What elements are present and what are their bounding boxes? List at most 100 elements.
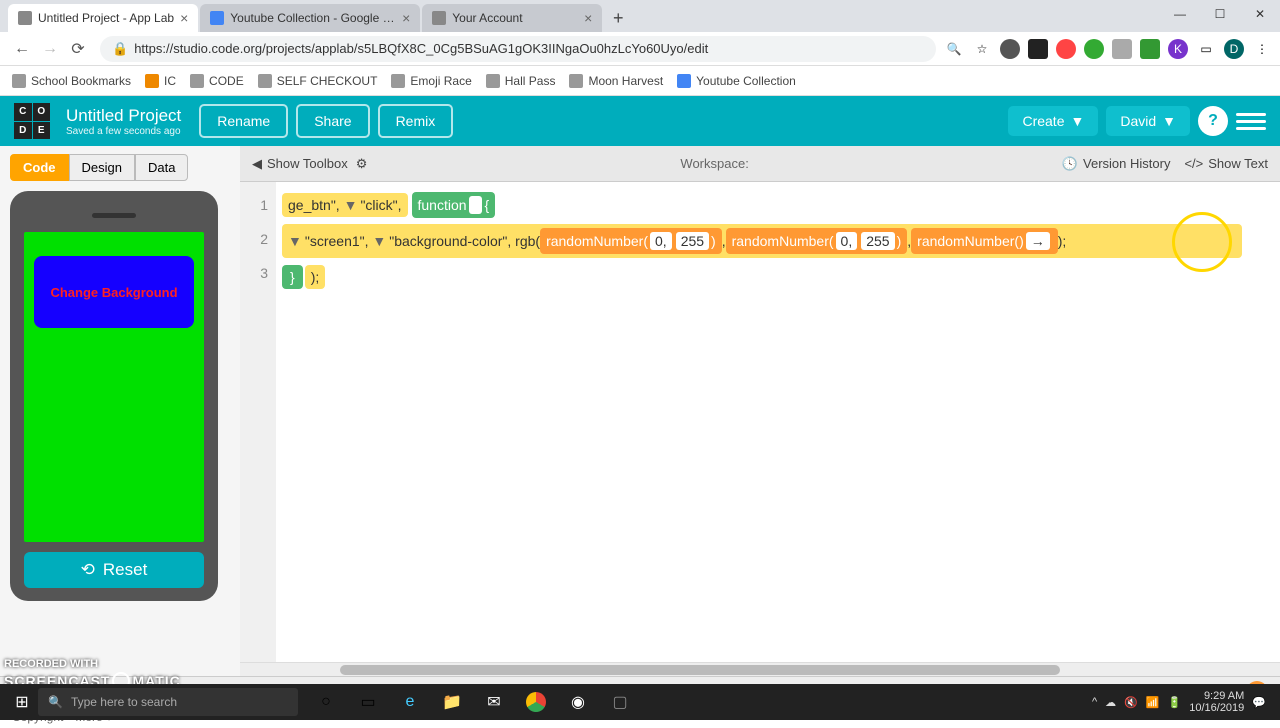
minimize-button[interactable]: — — [1160, 0, 1200, 28]
bookmarks-bar: School Bookmarks IC CODE SELF CHECKOUT E… — [0, 66, 1280, 96]
new-tab-button[interactable]: + — [604, 4, 632, 32]
bookmark[interactable]: Emoji Race — [391, 74, 471, 88]
close-window-button[interactable]: ✕ — [1240, 0, 1280, 28]
ext-icon[interactable] — [1112, 39, 1132, 59]
code-token: ge_btn", — [288, 197, 340, 213]
bookmark[interactable]: School Bookmarks — [12, 74, 131, 88]
tab-data[interactable]: Data — [135, 154, 188, 181]
close-icon[interactable]: × — [402, 10, 410, 26]
ext-icon[interactable] — [1140, 39, 1160, 59]
code-editor[interactable]: 1 2 3 ge_btn", ▼ "click", function { — [240, 182, 1280, 662]
tray-up-icon[interactable]: ^ — [1092, 696, 1097, 708]
cast-icon[interactable]: ▭ — [1196, 39, 1216, 59]
taskview-icon[interactable]: ▭ — [350, 687, 386, 717]
forward-button[interactable]: → — [36, 35, 64, 63]
app-screen[interactable]: Change Background — [24, 232, 204, 542]
reset-button[interactable]: ⟲ Reset — [24, 552, 204, 588]
chrome-icon[interactable] — [518, 687, 554, 717]
dropdown-arrow-icon[interactable]: ▼ — [372, 233, 386, 249]
reload-button[interactable]: ⟳ — [64, 35, 92, 63]
code-line-3[interactable]: } ); — [282, 260, 1274, 294]
setproperty-block[interactable]: ▼ "screen1", ▼ "background-color", rgb( … — [282, 224, 1242, 258]
bookmark-icon — [258, 74, 272, 88]
user-dropdown[interactable]: David▼ — [1106, 106, 1190, 136]
star-icon[interactable]: ☆ — [972, 39, 992, 59]
remix-button[interactable]: Remix — [378, 104, 454, 138]
mail-icon[interactable]: ✉ — [476, 687, 512, 717]
dropdown-arrow-icon[interactable]: ▼ — [344, 197, 358, 213]
line-number: 1 — [244, 188, 268, 222]
horizontal-scrollbar[interactable] — [240, 662, 1280, 676]
ext-icon[interactable] — [1056, 39, 1076, 59]
edge-icon[interactable]: e — [392, 687, 428, 717]
ext-icon[interactable] — [1000, 39, 1020, 59]
random-number-block[interactable]: randomNumber( 0, 255 ) — [726, 228, 908, 254]
maximize-button[interactable]: ☐ — [1200, 0, 1240, 28]
browser-tab[interactable]: Your Account × — [422, 4, 602, 32]
ext-icon[interactable]: K — [1168, 39, 1188, 59]
tab-design[interactable]: Design — [69, 154, 135, 181]
browser-tab[interactable]: Youtube Collection - Google Do × — [200, 4, 420, 32]
help-button[interactable]: ? — [1198, 106, 1228, 136]
close-icon[interactable]: × — [180, 10, 188, 26]
gear-icon[interactable]: ⚙ — [356, 156, 368, 172]
event-block[interactable]: ge_btn", ▼ "click", — [282, 193, 408, 217]
code-line-1[interactable]: ge_btn", ▼ "click", function { — [282, 188, 1274, 222]
close-brace-block[interactable]: } — [282, 265, 303, 289]
code-org-logo[interactable]: C O D E — [14, 103, 50, 139]
random-number-block[interactable]: randomNumber( 0, 255 ) — [540, 228, 722, 254]
wifi-icon[interactable]: 📶 — [1146, 696, 1160, 709]
browser-tab-active[interactable]: Untitled Project - App Lab × — [8, 4, 198, 32]
start-button[interactable]: ⊞ — [6, 686, 38, 718]
arg-pill[interactable]: 0, — [836, 232, 858, 250]
close-block[interactable]: ); — [305, 265, 326, 289]
url-input[interactable]: 🔒 https://studio.code.org/projects/appla… — [100, 36, 936, 62]
tray-icon[interactable]: 🔇 — [1124, 696, 1138, 709]
back-button[interactable]: ← — [8, 35, 36, 63]
random-number-block[interactable]: randomNumber() → — [911, 228, 1058, 254]
code-line-2[interactable]: ▼ "screen1", ▼ "background-color", rgb( … — [282, 224, 1274, 258]
code-token: "screen1", — [305, 233, 369, 249]
scrollbar-thumb[interactable] — [340, 665, 1060, 675]
clock[interactable]: 9:29 AM 10/16/2019 — [1189, 690, 1244, 714]
menu-icon[interactable]: ⋮ — [1252, 39, 1272, 59]
phone-preview: Change Background ⟲ Reset — [10, 191, 218, 601]
app-icon[interactable]: ▢ — [602, 687, 638, 717]
function-block[interactable]: function { — [412, 192, 496, 218]
app-icon[interactable]: ◉ — [560, 687, 596, 717]
profile-icon[interactable]: D — [1224, 39, 1244, 59]
bookmark[interactable]: Youtube Collection — [677, 74, 796, 88]
code-token: ); — [1058, 233, 1067, 249]
cortana-icon[interactable]: ○ — [308, 687, 344, 717]
show-text-button[interactable]: </>Show Text — [1184, 156, 1268, 172]
ext-icon[interactable] — [1084, 39, 1104, 59]
rename-button[interactable]: Rename — [199, 104, 288, 138]
notifications-icon[interactable]: 💬 — [1252, 696, 1266, 709]
close-icon[interactable]: × — [584, 10, 592, 26]
arg-pill[interactable]: → — [1026, 232, 1050, 250]
arg-pill[interactable]: 0, — [650, 232, 672, 250]
version-history-button[interactable]: 🕓Version History — [1062, 156, 1171, 172]
tray-icon[interactable]: ☁ — [1105, 696, 1116, 709]
create-dropdown[interactable]: Create▼ — [1008, 106, 1098, 136]
share-button[interactable]: Share — [296, 104, 369, 138]
bookmark-icon — [486, 74, 500, 88]
bookmark[interactable]: IC — [145, 74, 176, 88]
arg-pill[interactable]: 255 — [676, 232, 709, 250]
arg-pill[interactable]: 255 — [861, 232, 894, 250]
battery-icon[interactable]: 🔋 — [1168, 696, 1182, 709]
bookmark[interactable]: SELF CHECKOUT — [258, 74, 378, 88]
bookmark[interactable]: Moon Harvest — [569, 74, 663, 88]
explorer-icon[interactable]: 📁 — [434, 687, 470, 717]
bookmark[interactable]: CODE — [190, 74, 244, 88]
change-background-button[interactable]: Change Background — [34, 256, 194, 328]
zoom-icon[interactable]: 🔍 — [944, 39, 964, 59]
param-pill[interactable] — [469, 196, 483, 214]
show-toolbox-button[interactable]: ◀Show Toolbox — [252, 156, 348, 172]
hamburger-menu-icon[interactable] — [1236, 106, 1266, 136]
ext-icon[interactable] — [1028, 39, 1048, 59]
bookmark[interactable]: Hall Pass — [486, 74, 556, 88]
tab-code[interactable]: Code — [10, 154, 69, 181]
taskbar-search[interactable]: 🔍 Type here to search — [38, 688, 298, 716]
dropdown-arrow-icon[interactable]: ▼ — [288, 233, 302, 249]
